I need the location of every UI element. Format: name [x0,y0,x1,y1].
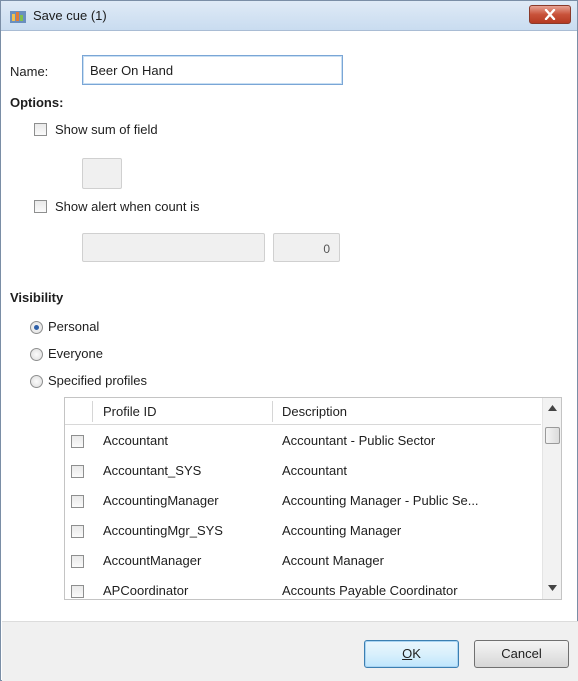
show-sum-label[interactable]: Show sum of field [55,122,158,137]
row-checkbox[interactable] [71,465,84,478]
save-cue-dialog: Save cue (1) Name: Options: Show sum of … [0,0,578,681]
ok-label-rest: K [412,646,421,661]
show-sum-checkbox[interactable] [34,123,47,136]
alert-operator-select[interactable] [82,233,265,262]
description-cell: Accountant - Public Sector [282,433,436,448]
alert-count-input[interactable]: 0 [273,233,340,262]
row-checkbox[interactable] [71,555,84,568]
name-input[interactable] [82,55,343,85]
sum-field-select[interactable] [82,158,122,189]
scroll-up-arrow-icon[interactable] [548,405,557,411]
radio-everyone-label[interactable]: Everyone [48,346,103,361]
scroll-thumb[interactable] [545,427,560,444]
table-row[interactable]: Accountant_SYS Accountant [65,456,541,486]
profile-id-cell: Accountant_SYS [103,463,202,478]
radio-specified-profiles-label[interactable]: Specified profiles [48,373,147,388]
description-cell: Accounts Payable Coordinator [282,583,458,598]
radio-personal[interactable] [30,321,43,334]
radio-everyone[interactable] [30,348,43,361]
close-button[interactable] [529,5,571,24]
dialog-footer: OK Cancel [2,621,578,681]
ok-button[interactable]: OK [364,640,459,668]
alert-count-value: 0 [323,242,330,256]
table-row[interactable]: AccountManager Account Manager [65,546,541,576]
radio-personal-label[interactable]: Personal [48,319,99,334]
profile-id-cell: AccountManager [103,553,202,568]
visibility-heading: Visibility [10,290,64,305]
profile-id-cell: AccountingMgr_SYS [103,523,223,538]
show-alert-label[interactable]: Show alert when count is [55,199,200,214]
row-checkbox[interactable] [71,525,84,538]
show-alert-checkbox[interactable] [34,200,47,213]
row-checkbox[interactable] [71,585,84,598]
column-divider [92,401,93,422]
table-row[interactable]: Accountant Accountant - Public Sector [65,426,541,456]
table-row[interactable]: APCoordinator Accounts Payable Coordinat… [65,576,541,599]
ok-mnemonic: O [402,646,413,661]
window-title: Save cue (1) [33,8,107,23]
description-cell: Accounting Manager [282,523,402,538]
description-cell: Accountant [282,463,348,478]
name-label: Name: [10,64,49,79]
profile-id-cell: AccountingManager [103,493,219,508]
profile-id-cell: Accountant [103,433,169,448]
description-cell: Account Manager [282,553,384,568]
row-checkbox[interactable] [71,495,84,508]
table-row[interactable]: AccountingMgr_SYS Accounting Manager [65,516,541,546]
cancel-button[interactable]: Cancel [474,640,569,668]
title-bar: Save cue (1) [1,1,577,31]
scroll-down-arrow-icon[interactable] [548,585,557,591]
radio-specified-profiles[interactable] [30,375,43,388]
options-heading: Options: [10,95,64,110]
table-row[interactable]: AccountingManager Accounting Manager - P… [65,486,541,516]
grid-vertical-scrollbar[interactable] [542,398,561,599]
column-header-profile-id[interactable]: Profile ID [103,404,156,419]
grid-header: Profile ID Description [65,398,541,425]
description-cell: Accounting Manager - Public Se... [282,493,479,508]
profile-id-cell: APCoordinator [103,583,189,598]
column-header-description[interactable]: Description [282,404,347,419]
app-icon [10,11,26,23]
close-icon [544,9,556,20]
row-checkbox[interactable] [71,435,84,448]
profiles-grid[interactable]: Profile ID Description Accountant Accoun… [64,397,562,600]
column-divider [272,401,273,422]
